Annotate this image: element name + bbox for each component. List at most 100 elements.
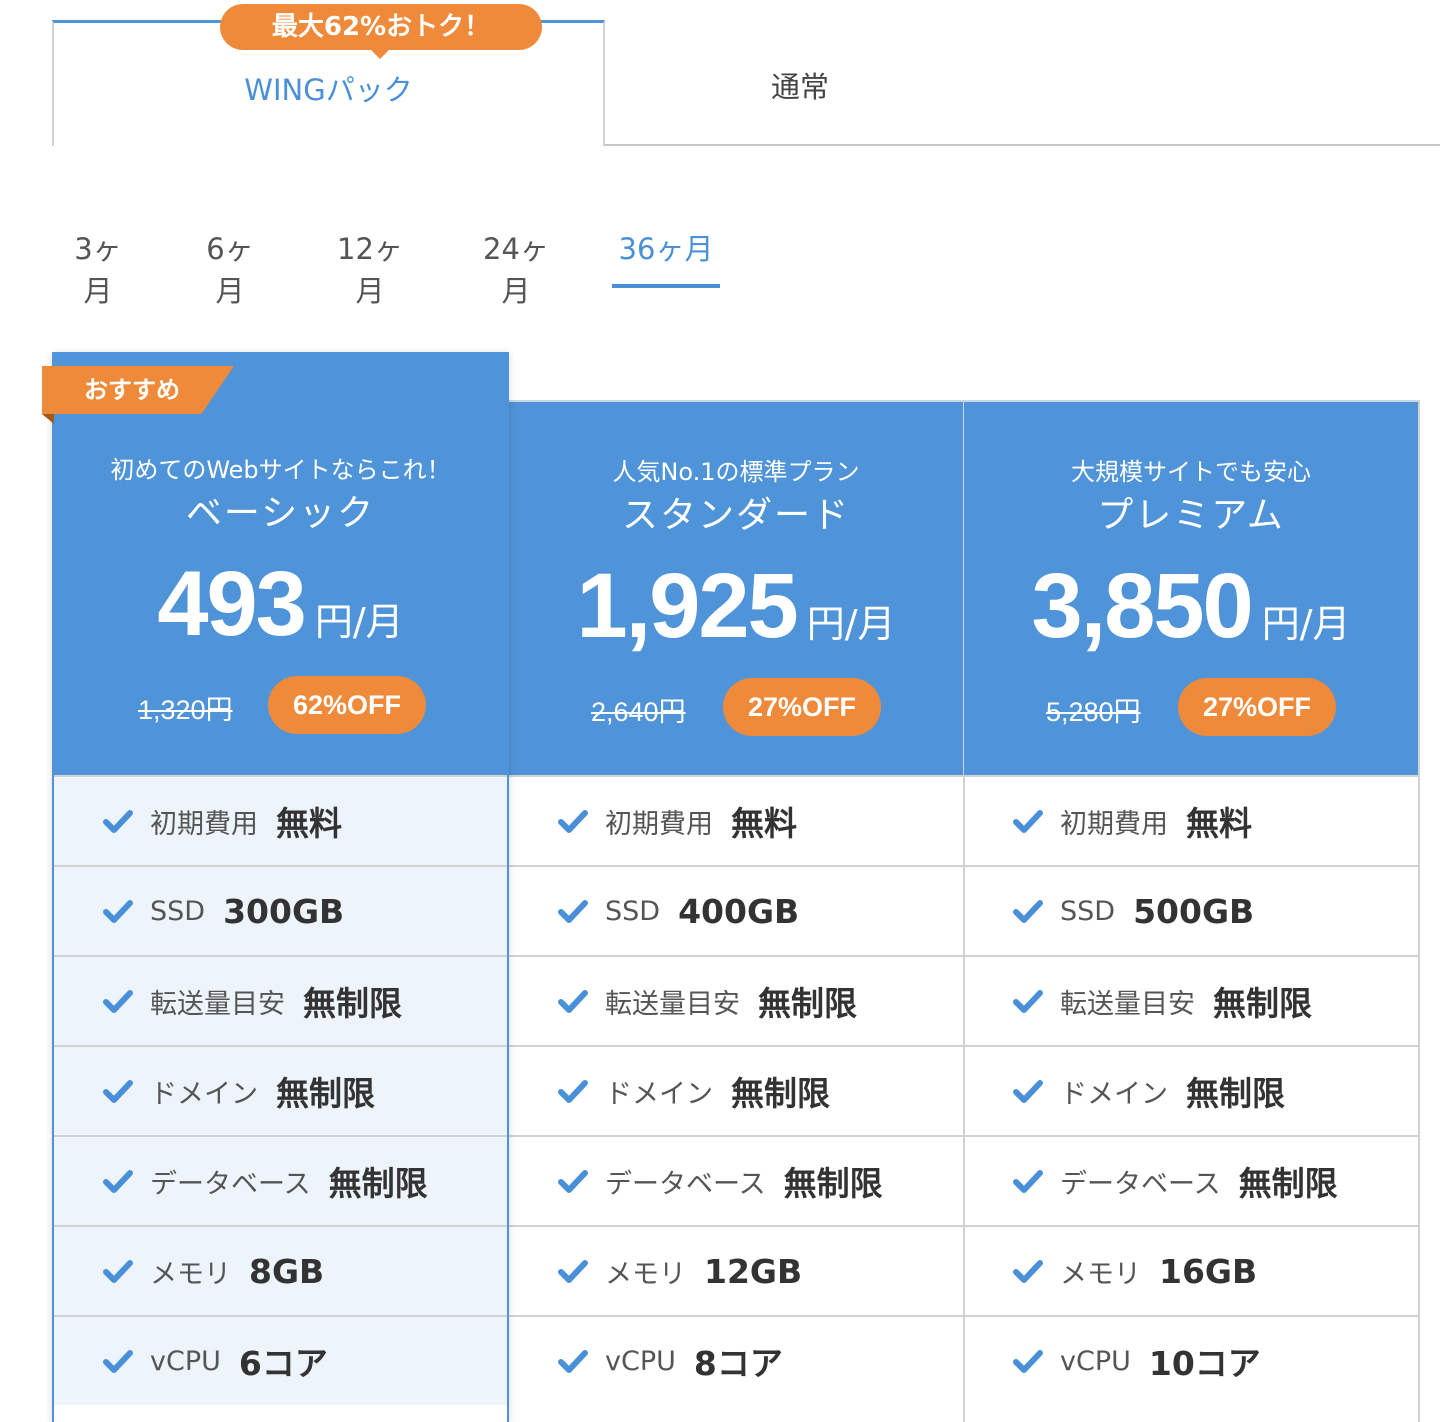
check-icon (557, 985, 589, 1017)
feature-label: vCPU (1060, 1345, 1131, 1377)
feature-value: 無制限 (303, 984, 402, 1023)
plan-name: ベーシック (185, 493, 376, 534)
feature-row: vCPU 6コア (54, 1315, 507, 1405)
feature-label: データベース (1060, 1168, 1221, 1200)
feature-label: SSD (150, 895, 206, 927)
feature-label: データベース (605, 1168, 766, 1200)
original-price: 1,320円 (138, 695, 233, 725)
feature-row: 初期費用 無料 (54, 775, 507, 865)
period-tab-12[interactable]: 12ヶ月 (324, 226, 416, 308)
feature-row: メモリ 8GB (54, 1225, 507, 1315)
feature-value: 無料 (1186, 804, 1252, 843)
plan-header: 初めてのWebサイトならこれ！ ベーシック 493 円/月 1,320円 62%O… (54, 352, 507, 775)
plan-card-basic[interactable]: おすすめ 初めてのWebサイトならこれ！ ベーシック 493 円/月 1,320円… (42, 352, 509, 1422)
feature-value: 無制限 (731, 1074, 830, 1113)
feature-row: メモリ 12GB (509, 1225, 963, 1315)
feature-value: 無制限 (1238, 1164, 1338, 1203)
plan-tagline: 人気No.1の標準プラン (612, 458, 860, 486)
check-icon (102, 895, 134, 927)
check-icon (102, 1075, 134, 1107)
feature-value: 16GB (1159, 1251, 1258, 1291)
check-icon (557, 1255, 589, 1287)
price-amount: 493 (157, 553, 306, 655)
plan-price: 3,850 円/月 (964, 554, 1418, 659)
feature-label: データベース (150, 1168, 311, 1200)
tab-divider (604, 144, 1440, 146)
recommend-ribbon: おすすめ (42, 366, 234, 414)
feature-value: 無料 (731, 804, 797, 843)
price-amount: 3,850 (1031, 555, 1253, 657)
check-icon (557, 1345, 589, 1377)
discount-badge: 27%OFF (1178, 678, 1336, 736)
deal-badge: 最大62%おトク！ (220, 4, 542, 59)
check-icon (102, 1345, 134, 1377)
feature-row: SSD 400GB (509, 865, 963, 955)
discount-badge: 62%OFF (268, 676, 426, 734)
period-tab-3[interactable]: 3ヶ月 (60, 226, 136, 308)
feature-row: 転送量目安 無制限 (509, 955, 963, 1045)
feature-value: 300GB (223, 891, 345, 931)
feature-list: 初期費用 無料 SSD 400GB 転送量目安 無制限 ドメイン 無制限 データベース 無制限 メモ… (509, 775, 963, 1405)
feature-row: ドメイン 無制限 (54, 1045, 507, 1135)
original-price: 2,640円 (591, 697, 686, 727)
check-icon (1012, 1165, 1044, 1197)
feature-row: データベース 無制限 (509, 1135, 963, 1225)
tab-wing-pack-label: WINGパック (244, 73, 413, 107)
feature-value: 400GB (678, 891, 800, 931)
check-icon (1012, 1075, 1044, 1107)
feature-value: 8GB (249, 1251, 325, 1291)
price-unit: 円/月 (314, 600, 404, 644)
check-icon (1012, 895, 1044, 927)
feature-row: データベース 無制限 (54, 1135, 507, 1225)
check-icon (1012, 1255, 1044, 1287)
price-unit: 円/月 (806, 602, 896, 646)
tab-normal[interactable]: 通常 (605, 20, 1440, 144)
feature-label: 転送量目安 (150, 988, 285, 1020)
feature-row: 転送量目安 無制限 (54, 955, 507, 1045)
feature-label: SSD (605, 895, 661, 927)
feature-value: 無制限 (758, 984, 857, 1023)
feature-label: メモリ (1060, 1258, 1141, 1290)
plan-name: スタンダード (621, 495, 850, 536)
period-tab-36[interactable]: 36ヶ月 (612, 226, 720, 288)
feature-value: 500GB (1133, 891, 1255, 931)
feature-row: vCPU 10コア (964, 1315, 1418, 1405)
feature-row: vCPU 8コア (509, 1315, 963, 1405)
feature-row: ドメイン 無制限 (509, 1045, 963, 1135)
plan-card-premium[interactable]: 大規模サイトでも安心 プレミアム 3,850 円/月 5,280円 27%OFF … (964, 400, 1420, 1422)
feature-value: 6コア (238, 1344, 328, 1383)
check-icon (557, 805, 589, 837)
plan-comparison-table: おすすめ 初めてのWebサイトならこれ！ ベーシック 493 円/月 1,320円… (42, 352, 1420, 1422)
feature-row: 初期費用 無料 (509, 775, 963, 865)
plan-tagline: 初めてのWebサイトならこれ！ (110, 456, 451, 484)
plan-price: 1,925 円/月 (509, 554, 963, 659)
feature-label: SSD (1060, 895, 1116, 927)
feature-label: vCPU (150, 1345, 221, 1377)
feature-row: SSD 500GB (964, 865, 1418, 955)
tab-normal-label: 通常 (770, 70, 829, 104)
feature-value: 無制限 (276, 1074, 375, 1113)
feature-value: 無制限 (328, 1164, 428, 1203)
feature-row: 転送量目安 無制限 (964, 955, 1418, 1045)
feature-label: 転送量目安 (605, 988, 740, 1020)
feature-row: メモリ 16GB (964, 1225, 1418, 1315)
check-icon (102, 805, 134, 837)
feature-label: ドメイン (1060, 1078, 1168, 1110)
check-icon (102, 985, 134, 1017)
plan-header: 大規模サイトでも安心 プレミアム 3,850 円/月 5,280円 27%OFF (964, 400, 1418, 775)
plan-name: プレミアム (1097, 495, 1285, 536)
check-icon (102, 1165, 134, 1197)
period-tab-6[interactable]: 6ヶ月 (192, 226, 268, 308)
period-tab-24[interactable]: 24ヶ月 (470, 226, 562, 308)
plan-card-standard[interactable]: 人気No.1の標準プラン スタンダード 1,925 円/月 2,640円 27%O… (509, 400, 965, 1422)
feature-label: 初期費用 (1060, 808, 1168, 840)
feature-value: 無制限 (783, 1164, 883, 1203)
discount-badge: 27%OFF (723, 678, 881, 736)
plan-price: 493 円/月 (54, 552, 507, 657)
feature-label: vCPU (605, 1345, 676, 1377)
check-icon (1012, 805, 1044, 837)
feature-label: 初期費用 (150, 808, 258, 840)
check-icon (557, 1165, 589, 1197)
price-amount: 1,925 (576, 555, 798, 657)
feature-label: メモリ (150, 1258, 231, 1290)
